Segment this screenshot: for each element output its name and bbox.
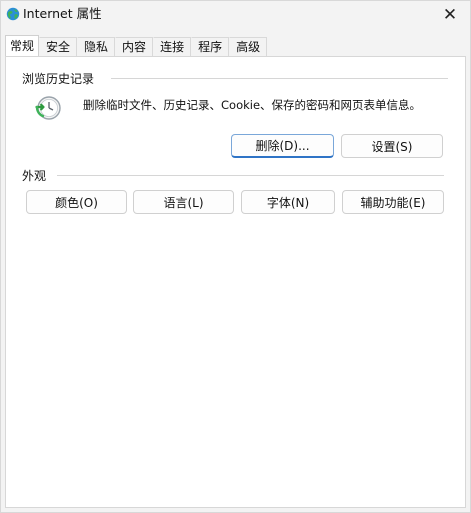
browsing-history-description: 删除临时文件、历史记录、Cookie、保存的密码和网页表单信息。 (83, 98, 422, 112)
tab-programs[interactable]: 程序 (191, 37, 230, 56)
title-bar: Internet 属性 ✕ (1, 1, 470, 31)
browsing-history-divider (111, 78, 448, 79)
appearance-divider (57, 175, 444, 176)
internet-options-window: Internet 属性 ✕ 常规 安全 隐私 内容 连接 程序 高级 浏览历史记… (0, 0, 471, 513)
tab-general[interactable]: 常规 (5, 35, 40, 56)
browsing-history-group-label: 浏览历史记录 (22, 70, 101, 87)
close-button[interactable]: ✕ (430, 1, 470, 29)
colors-button[interactable]: 颜色(O) (26, 190, 127, 214)
general-tab-panel (5, 56, 466, 508)
close-icon: ✕ (442, 5, 458, 25)
tab-strip: 常规 安全 隐私 内容 连接 程序 高级 (5, 35, 268, 57)
tab-connections[interactable]: 连接 (153, 37, 192, 56)
accessibility-button[interactable]: 辅助功能(E) (342, 190, 444, 214)
history-settings-button[interactable]: 设置(S) (341, 134, 443, 158)
languages-button[interactable]: 语言(L) (133, 190, 234, 214)
fonts-button[interactable]: 字体(N) (241, 190, 335, 214)
tab-privacy[interactable]: 隐私 (77, 37, 116, 56)
tab-security[interactable]: 安全 (39, 37, 78, 56)
delete-history-button[interactable]: 删除(D)... (231, 134, 334, 158)
clock-refresh-icon (35, 96, 61, 120)
window-title: Internet 属性 (23, 6, 102, 21)
tab-content[interactable]: 内容 (115, 37, 154, 56)
internet-globe-icon (6, 7, 20, 21)
tab-advanced[interactable]: 高级 (229, 37, 268, 56)
appearance-group-label: 外观 (22, 167, 53, 184)
